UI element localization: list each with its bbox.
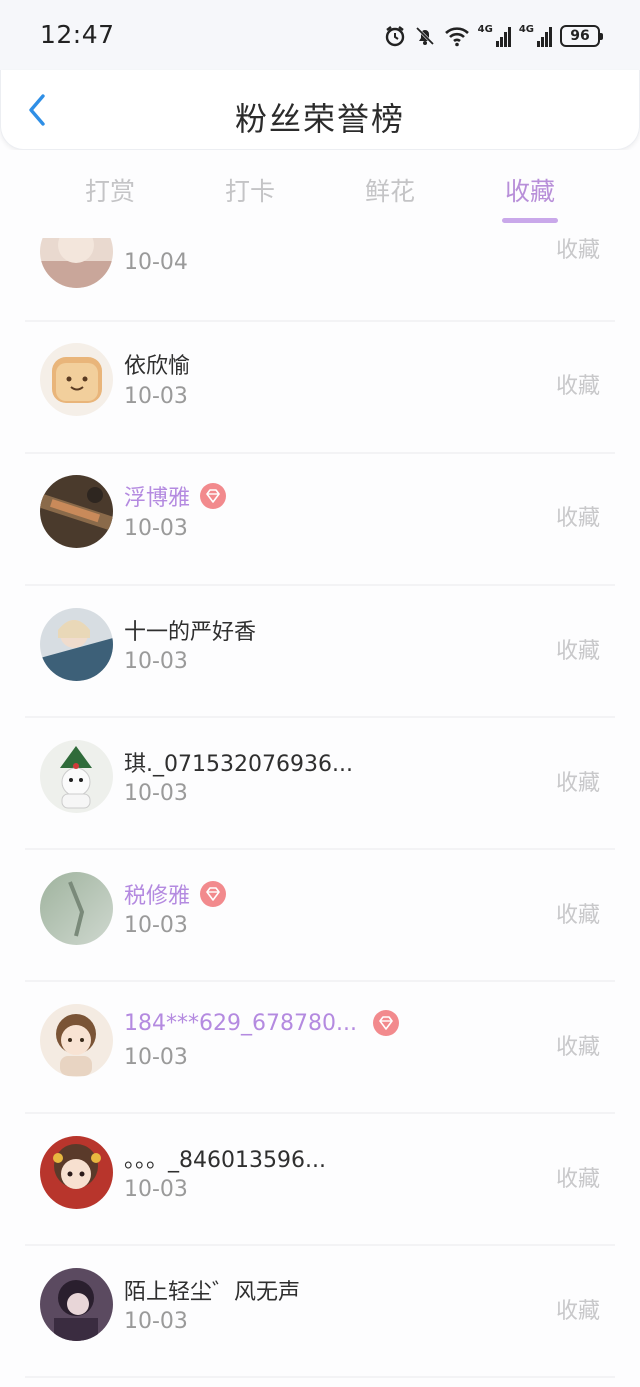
list-item[interactable]: 。。。_846013596... 10-03 收藏 xyxy=(0,1114,640,1246)
favorite-label[interactable]: 收藏 xyxy=(556,897,600,929)
active-tab-indicator xyxy=(502,218,558,223)
favorite-label[interactable]: 收藏 xyxy=(556,500,600,532)
signal-icon: 4G xyxy=(478,25,511,47)
avatar xyxy=(40,475,113,548)
fan-date: 10-03 xyxy=(124,913,188,938)
fan-date: 10-03 xyxy=(124,781,188,806)
avatar xyxy=(40,740,113,813)
diamond-badge-icon xyxy=(200,483,227,509)
avatar xyxy=(40,343,113,416)
favorite-label[interactable]: 收藏 xyxy=(556,1029,600,1061)
signal-icon-2: 4G xyxy=(519,25,552,47)
fan-name: 十一的严好香 xyxy=(124,620,257,645)
tab-reward[interactable]: 打赏 xyxy=(40,172,180,208)
favorite-label[interactable]: 收藏 xyxy=(556,633,600,665)
tab-checkin[interactable]: 打卡 xyxy=(180,172,320,208)
mute-bell-icon xyxy=(414,25,436,47)
status-time: 12:47 xyxy=(40,20,115,49)
fan-name: 184***629_678780... xyxy=(124,1010,357,1036)
fan-name: 依欣愉 xyxy=(124,354,191,379)
status-icons: 4G 4G 96 xyxy=(384,22,603,50)
fan-name: 浮博雅 xyxy=(124,486,191,511)
fan-name: 陌上轻尘゛风无声 xyxy=(124,1280,301,1305)
fan-date: 10-03 xyxy=(124,1045,188,1070)
avatar xyxy=(40,1268,113,1341)
fan-name-container: 税修雅 xyxy=(124,878,227,910)
battery-icon: 96 xyxy=(560,25,603,47)
favorite-label[interactable]: 收藏 xyxy=(556,1161,600,1193)
tab-bar: 打赏 打卡 鲜花 收藏 xyxy=(0,150,640,238)
fan-date: 10-04 xyxy=(124,250,188,275)
list-item[interactable]: 税修雅 10-03 收藏 xyxy=(0,850,640,982)
fan-name: 琪._071532076936... xyxy=(124,752,353,777)
favorite-label[interactable]: 收藏 xyxy=(556,238,600,264)
fan-date: 10-03 xyxy=(124,649,188,674)
fan-date: 10-03 xyxy=(124,1309,188,1334)
avatar xyxy=(40,608,113,681)
list-item[interactable]: 浮博雅 10-03 收藏 xyxy=(0,454,640,586)
tab-flowers[interactable]: 鲜花 xyxy=(320,172,460,208)
fan-name-container: 浮博雅 xyxy=(124,480,227,512)
wifi-icon xyxy=(444,25,470,47)
alarm-icon xyxy=(384,25,406,47)
diamond-badge-icon xyxy=(372,1010,399,1036)
list-item[interactable]: 陌上轻尘゛风无声 10-03 收藏 xyxy=(0,1246,640,1378)
list-item[interactable]: 琪._071532076936... 10-03 收藏 xyxy=(0,718,640,850)
fan-date: 10-03 xyxy=(124,1177,188,1202)
list-item[interactable]: 依欣愉 10-03 收藏 xyxy=(0,322,640,454)
list-item[interactable]: 十一的严好香 10-03 收藏 xyxy=(0,586,640,718)
fan-date: 10-03 xyxy=(124,516,188,541)
favorite-label[interactable]: 收藏 xyxy=(556,1293,600,1325)
avatar xyxy=(40,1004,113,1077)
fan-name-container: 184***629_678780... xyxy=(124,1010,399,1036)
fan-date: 10-03 xyxy=(124,384,188,409)
fan-name: 。。。_846013596... xyxy=(124,1148,326,1173)
divider xyxy=(25,1376,615,1378)
tab-favorites[interactable]: 收藏 xyxy=(460,172,600,208)
list-item[interactable]: 10-04 收藏 xyxy=(0,238,640,322)
diamond-badge-icon xyxy=(200,881,227,907)
avatar xyxy=(40,238,113,288)
status-bar: 12:47 4G 4G 96 xyxy=(0,0,640,70)
favorite-label[interactable]: 收藏 xyxy=(556,765,600,797)
network-type-2: 4G xyxy=(518,24,534,35)
nav-header: 粉丝荣誉榜 xyxy=(0,70,640,150)
list-item[interactable]: 184***629_678780... 10-03 收藏 xyxy=(0,982,640,1114)
favorite-label[interactable]: 收藏 xyxy=(556,368,600,400)
page-title: 粉丝荣誉榜 xyxy=(234,100,405,138)
fan-list: 10-04 收藏 依欣愉 10-03 收藏 浮博雅 10-03 收藏 十一的严好… xyxy=(0,238,640,1387)
network-type-1: 4G xyxy=(477,24,493,35)
battery-level: 96 xyxy=(570,28,590,44)
avatar xyxy=(40,1136,113,1209)
avatar xyxy=(40,872,113,945)
fan-name: 税修雅 xyxy=(124,884,191,909)
